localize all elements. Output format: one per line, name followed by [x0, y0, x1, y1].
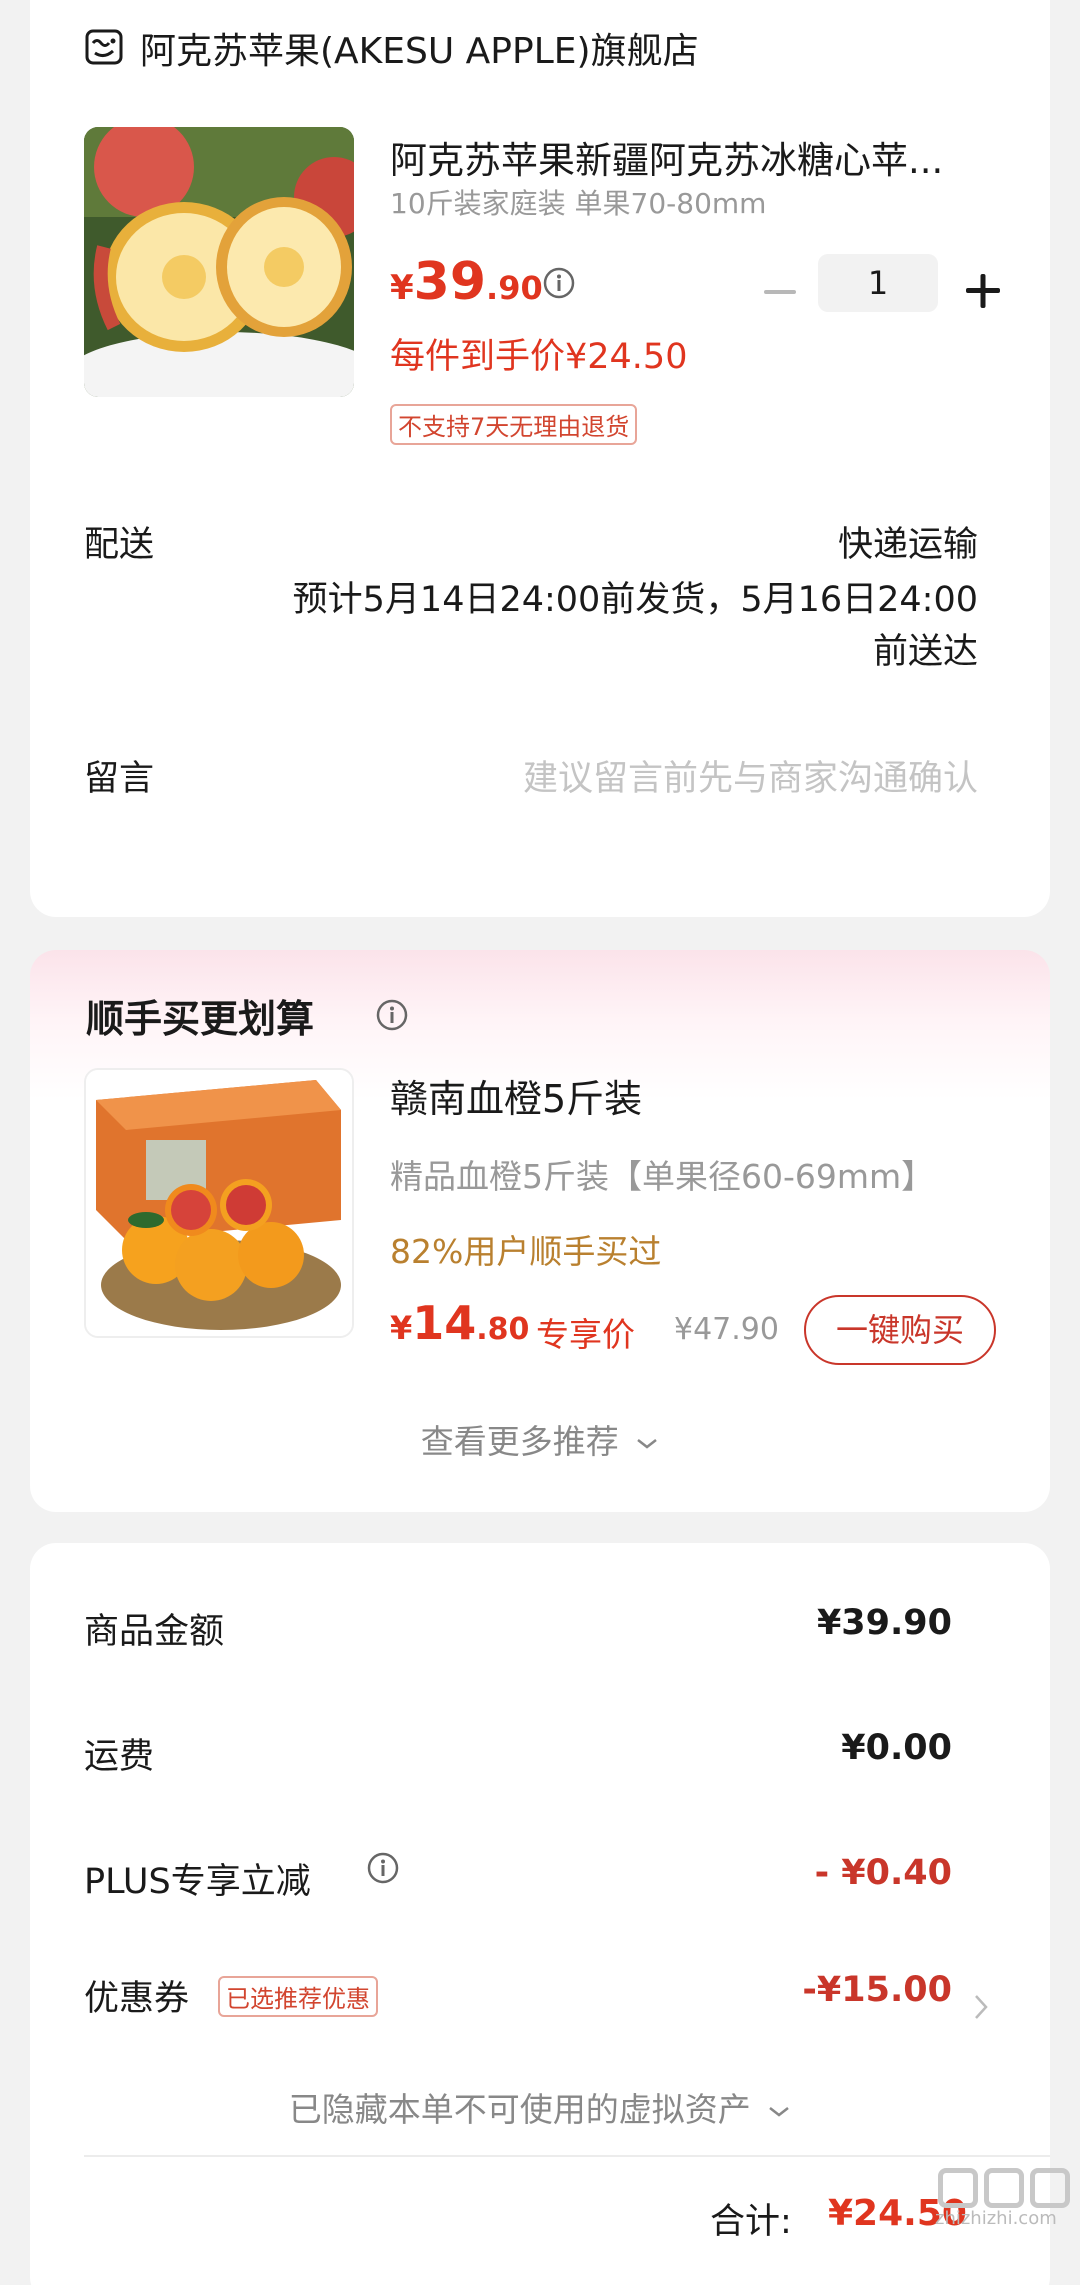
unit-price: 每件到手价¥24.50	[390, 337, 688, 377]
original-price: ¥47.90	[674, 1312, 779, 1347]
minus-icon[interactable]	[758, 270, 802, 314]
hidden-assets-label: 已隐藏本单不可使用的虚拟资产	[288, 2090, 751, 2129]
total-label: 合计:	[710, 2202, 792, 2242]
info-icon[interactable]	[375, 998, 409, 1032]
price-decimal: .90	[486, 269, 543, 307]
product-image[interactable]	[84, 127, 354, 397]
watermark-logo	[938, 2168, 978, 2208]
watermark-logo	[1030, 2168, 1070, 2208]
watermark-text: zhizhizhi.com	[935, 2208, 1057, 2229]
apple-photo	[84, 127, 354, 397]
message-label: 留言	[84, 759, 155, 799]
chevron-down-icon	[769, 2106, 790, 2117]
watermark-logo	[984, 2168, 1024, 2208]
shipping-value: ¥0.00	[841, 1728, 952, 1768]
price-decimal: .80	[476, 1312, 530, 1347]
product-title[interactable]: 阿克苏苹果新疆阿克苏冰糖心苹...	[390, 130, 950, 184]
price-currency: ¥	[390, 268, 414, 308]
return-policy-badge: 不支持7天无理由退货	[390, 404, 638, 445]
exclusive-label: 专享价	[536, 1315, 635, 1354]
plus-discount-label: PLUS专享立减	[84, 1862, 311, 1902]
order-summary-card: 商品金额 ¥39.90 运费 ¥0.00 PLUS专享立减 - ¥0.40 优惠…	[30, 1543, 1050, 2285]
goods-amount-label: 商品金额	[84, 1612, 225, 1652]
delivery-time-line1: 预计5月14日24:00前发货，5月16日24:00	[292, 580, 978, 620]
delivery-time: 预计5月14日24:00前发货，5月16日24:00 前送达	[178, 574, 978, 678]
divider	[84, 2155, 1050, 2157]
shipping-label: 运费	[84, 1737, 155, 1777]
delivery-label: 配送	[84, 525, 155, 565]
recommend-bought: 82%用户顺手买过	[390, 1232, 662, 1271]
info-icon[interactable]	[366, 1851, 400, 1885]
store-name[interactable]: 阿克苏苹果(AKESU APPLE)旗舰店	[140, 22, 699, 74]
store-icon	[85, 29, 123, 65]
chevron-right-icon[interactable]	[970, 1991, 992, 2023]
recommend-price: ¥14.80	[390, 1296, 529, 1350]
info-icon[interactable]	[542, 266, 576, 300]
plus-discount-value: - ¥0.40	[814, 1853, 952, 1893]
hidden-assets-link[interactable]: 已隐藏本单不可使用的虚拟资产	[30, 2083, 1050, 2131]
quantity-stepper[interactable]: 1	[818, 254, 938, 312]
plus-icon[interactable]	[960, 268, 1006, 314]
goods-amount-value: ¥39.90	[816, 1603, 952, 1643]
store-order-card: 阿克苏苹果(AKESU APPLE)旗舰店 阿克苏苹果新疆阿克苏冰糖心苹... …	[30, 0, 1050, 917]
coupon-label[interactable]: 优惠券	[84, 1970, 189, 2021]
product-spec[interactable]: 10斤装家庭装 单果70-80mm	[390, 182, 766, 222]
chevron-down-icon	[637, 1438, 658, 1449]
recommend-title: 顺手买更划算	[86, 997, 315, 1041]
recommend-card: 顺手买更划算 赣南血橙5斤装 精品血橙5斤装【单果径60-69mm】 82%用户…	[30, 950, 1050, 1512]
coupon-tag: 已选推荐优惠	[218, 1976, 378, 2017]
recommend-image[interactable]	[84, 1068, 354, 1338]
price-integer: 14	[412, 1296, 477, 1350]
delivery-time-line2: 前送达	[872, 632, 978, 672]
recommend-name[interactable]: 赣南血橙5斤装	[390, 1068, 642, 1123]
product-price: ¥39.90	[390, 252, 543, 312]
price-currency: ¥	[390, 1309, 413, 1347]
one-click-buy-button[interactable]: 一键购买	[804, 1295, 996, 1365]
delivery-method[interactable]: 快递运输	[838, 516, 978, 567]
orange-photo	[86, 1070, 352, 1336]
more-recommend-link[interactable]: 查看更多推荐	[30, 1415, 1050, 1463]
recommend-spec: 精品血橙5斤装【单果径60-69mm】	[390, 1157, 935, 1196]
coupon-value[interactable]: -¥15.00	[802, 1970, 952, 2010]
price-integer: 39	[413, 252, 487, 312]
message-input[interactable]: 建议留言前先与商家沟通确认	[523, 750, 978, 801]
more-recommend-label: 查看更多推荐	[420, 1422, 619, 1461]
